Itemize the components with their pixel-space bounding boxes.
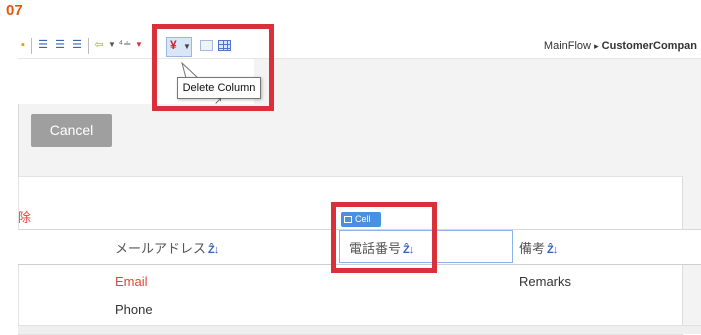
breadcrumb-separator: ▸ (594, 41, 599, 51)
chevron-down-icon[interactable]: ▼ (135, 40, 143, 49)
step-number: 07 (6, 2, 23, 19)
arrow-left-icon[interactable]: ⇦ (92, 38, 106, 52)
align-left-icon[interactable]: ☰ (36, 38, 50, 52)
align-center-icon[interactable]: ☰ (53, 38, 67, 52)
toolbar-separator (88, 38, 89, 54)
cancel-button[interactable]: Cancel (31, 114, 112, 147)
row-phone[interactable]: Phone (115, 302, 153, 317)
breadcrumb: MainFlow ▸ CustomerCompan (544, 40, 697, 52)
align-right-icon[interactable]: ☰ (70, 38, 84, 52)
column-header-label: メールアドレス (115, 241, 207, 256)
column-header-label: 備考 (519, 241, 546, 256)
column-header-email[interactable]: メールアドレス Ẑ↓ (115, 238, 219, 257)
row-remarks[interactable]: Remarks (519, 274, 571, 289)
sort-az-icon[interactable]: Ẑ↓ (208, 244, 219, 256)
delete-label[interactable]: 除 (18, 207, 31, 226)
highlight-box-toolbar (152, 24, 274, 111)
row-email[interactable]: Email (115, 274, 148, 289)
breadcrumb-parent[interactable]: MainFlow (544, 40, 591, 52)
insert-column-icon[interactable]: ⁴∸ (118, 38, 132, 52)
chevron-down-icon[interactable]: ▼ (108, 40, 116, 49)
column-header-remarks[interactable]: 備考 Ẑ↓ (519, 238, 558, 257)
partial-icon[interactable]: ▪ (16, 38, 30, 52)
highlight-box-cell (331, 202, 437, 273)
breadcrumb-current: CustomerCompan (601, 40, 697, 52)
toolbar-separator (31, 38, 32, 54)
sort-az-icon[interactable]: Ẑ↓ (547, 244, 558, 256)
